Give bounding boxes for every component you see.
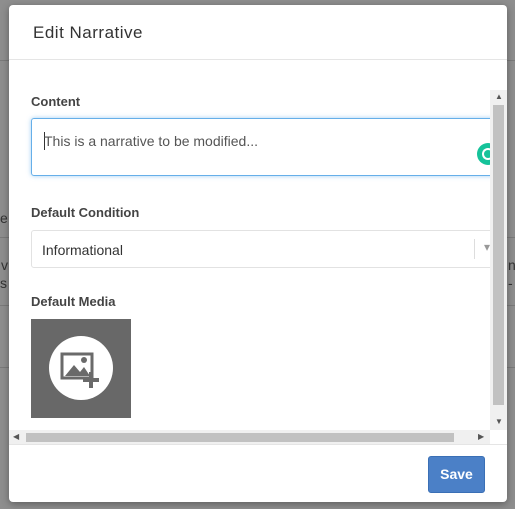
background-text: v [1, 257, 8, 273]
vertical-scrollbar[interactable]: ▲ ▼ [490, 90, 507, 430]
horizontal-scrollbar[interactable]: ◀ ▶ [9, 430, 490, 444]
scroll-up-icon[interactable]: ▲ [495, 93, 503, 101]
modal-footer: Save [9, 444, 507, 502]
content-text: This is a narrative to be modified... [44, 133, 258, 149]
selected-condition: Informational [42, 242, 123, 258]
horizontal-scroll-thumb[interactable] [26, 433, 454, 442]
save-button[interactable]: Save [428, 456, 485, 493]
modal-body[interactable]: Content This is a narrative to be modifi… [9, 61, 507, 444]
background-text: - [508, 275, 513, 291]
background-text: n [508, 257, 515, 273]
edit-narrative-modal: Edit Narrative Content This is a narrati… [9, 5, 507, 502]
background-text: e [0, 210, 8, 226]
scroll-down-icon[interactable]: ▼ [495, 418, 503, 426]
select-separator [474, 239, 475, 259]
modal-header: Edit Narrative [9, 5, 507, 60]
default-condition-label: Default Condition [31, 205, 140, 220]
default-media-label: Default Media [31, 294, 116, 309]
content-label: Content [31, 94, 81, 109]
media-icon-circle [49, 336, 113, 400]
add-image-icon [60, 352, 99, 388]
scroll-left-icon[interactable]: ◀ [13, 433, 19, 441]
scroll-right-icon[interactable]: ▶ [478, 433, 484, 441]
content-textarea[interactable]: This is a narrative to be modified... [31, 118, 501, 176]
media-upload[interactable] [31, 319, 131, 418]
modal-title: Edit Narrative [33, 23, 143, 42]
default-condition-select[interactable]: Informational ▾ [31, 230, 501, 268]
vertical-scroll-thumb[interactable] [493, 105, 504, 405]
